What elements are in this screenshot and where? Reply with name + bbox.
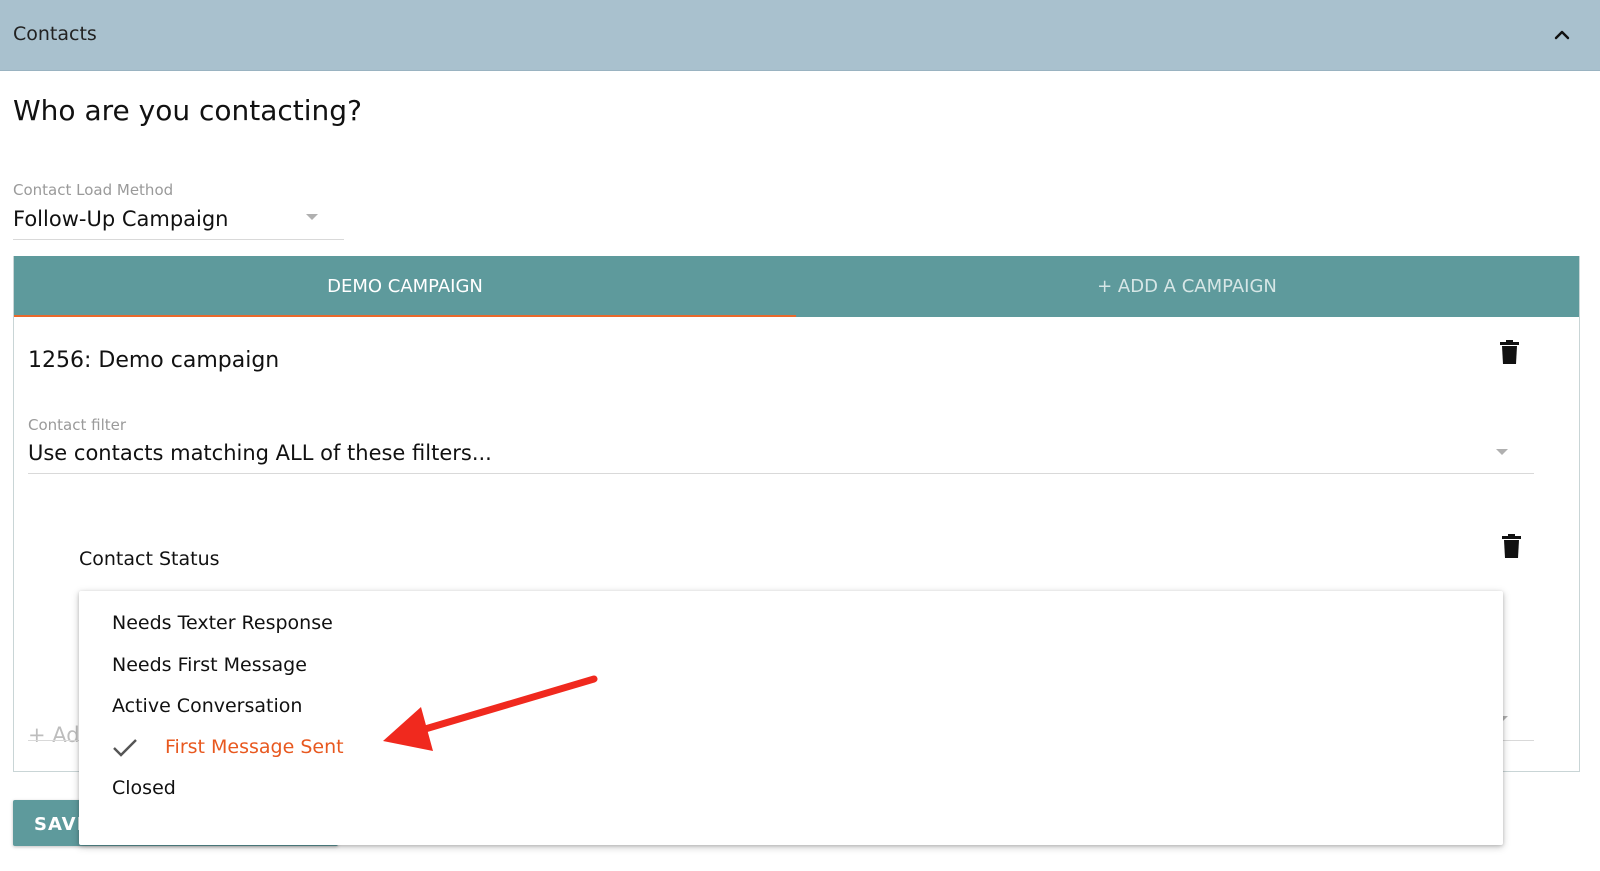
- menu-item-label: Active Conversation: [112, 695, 303, 717]
- menu-item-needs-first-message[interactable]: Needs First Message: [79, 646, 1503, 686]
- contact-status-menu: Needs Texter Response Needs First Messag…: [79, 591, 1503, 845]
- chevron-up-icon[interactable]: [1552, 25, 1572, 45]
- tab-add-campaign[interactable]: + ADD A CAMPAIGN: [796, 256, 1578, 317]
- active-tab-indicator: [14, 315, 796, 317]
- dropdown-caret-icon[interactable]: [1496, 449, 1508, 455]
- contact-load-method-label: Contact Load Method: [13, 181, 174, 199]
- contact-status-label: Contact Status: [79, 548, 220, 570]
- select-underline: [13, 239, 344, 240]
- menu-item-label: Needs Texter Response: [112, 612, 333, 634]
- page-title: Who are you contacting?: [13, 94, 362, 127]
- select-underline: [28, 473, 1534, 474]
- check-icon: [113, 739, 137, 757]
- campaign-tabs: DEMO CAMPAIGN + ADD A CAMPAIGN: [14, 256, 1579, 317]
- section-title: Contacts: [13, 23, 97, 45]
- trash-icon[interactable]: [1502, 534, 1521, 558]
- contact-load-method-select[interactable]: Follow-Up Campaign: [13, 207, 229, 231]
- menu-item-label: Closed: [112, 777, 176, 799]
- menu-item-label: Needs First Message: [112, 654, 307, 676]
- menu-item-needs-texter-response[interactable]: Needs Texter Response: [79, 604, 1503, 644]
- menu-item-active-conversation[interactable]: Active Conversation: [79, 687, 1503, 727]
- menu-item-first-message-sent[interactable]: First Message Sent: [79, 728, 1503, 768]
- contact-filter-select[interactable]: Use contacts matching ALL of these filte…: [28, 441, 492, 465]
- contacts-section-header[interactable]: Contacts: [0, 0, 1600, 71]
- trash-icon[interactable]: [1500, 340, 1519, 364]
- campaign-title: 1256: Demo campaign: [28, 348, 280, 373]
- dropdown-caret-icon[interactable]: [306, 214, 318, 220]
- menu-item-closed[interactable]: Closed: [79, 769, 1503, 809]
- tab-demo-campaign[interactable]: DEMO CAMPAIGN: [14, 256, 796, 317]
- contact-filter-label: Contact filter: [28, 416, 127, 434]
- menu-item-label: First Message Sent: [165, 736, 344, 758]
